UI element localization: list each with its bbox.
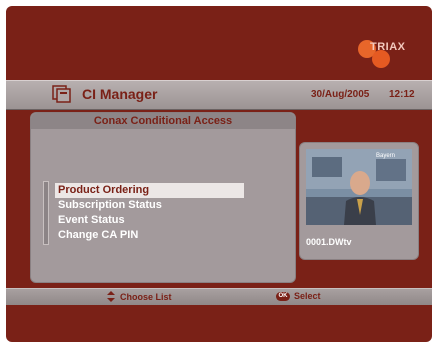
ci-module-icon xyxy=(52,85,71,103)
logo-text: TRIAX xyxy=(370,41,406,53)
page-title: CI Manager xyxy=(82,86,158,102)
menu-item-change-ca-pin[interactable]: Change CA PIN xyxy=(55,228,244,243)
channel-name: 0001.DWtv xyxy=(306,237,352,247)
panel-title: Conax Conditional Access xyxy=(31,113,295,129)
select-label: Select xyxy=(294,291,321,301)
ca-menu: Product Ordering Subscription Status Eve… xyxy=(55,183,244,243)
video-thumbnail: Bayern xyxy=(306,149,412,225)
conax-panel: Conax Conditional Access Product Orderin… xyxy=(30,112,296,283)
preview-overlay-text: Bayern xyxy=(376,153,395,159)
menu-item-product-ordering[interactable]: Product Ordering xyxy=(55,183,244,198)
menu-item-event-status[interactable]: Event Status xyxy=(55,213,244,228)
ok-button-icon: OK xyxy=(276,291,290,301)
select-hint: OK Select xyxy=(276,291,321,301)
header-bar: CI Manager 30/Aug/2005 12:12 xyxy=(6,80,432,110)
menu-scrollbar[interactable] xyxy=(43,181,49,245)
time-display: 12:12 xyxy=(389,89,415,100)
choose-list-hint: Choose List xyxy=(106,291,172,302)
menu-item-subscription-status[interactable]: Subscription Status xyxy=(55,198,244,213)
channel-preview: Bayern 0001.DWtv xyxy=(299,142,419,260)
triax-logo: TRIAX xyxy=(350,36,420,70)
choose-list-label: Choose List xyxy=(120,291,172,302)
date-display: 30/Aug/2005 xyxy=(311,89,370,100)
footer-hints: Choose List OK Select xyxy=(6,288,432,305)
up-down-arrow-icon xyxy=(107,291,115,302)
tv-screen: TRIAX CI Manager 30/Aug/2005 12:12 Conax… xyxy=(6,6,432,342)
